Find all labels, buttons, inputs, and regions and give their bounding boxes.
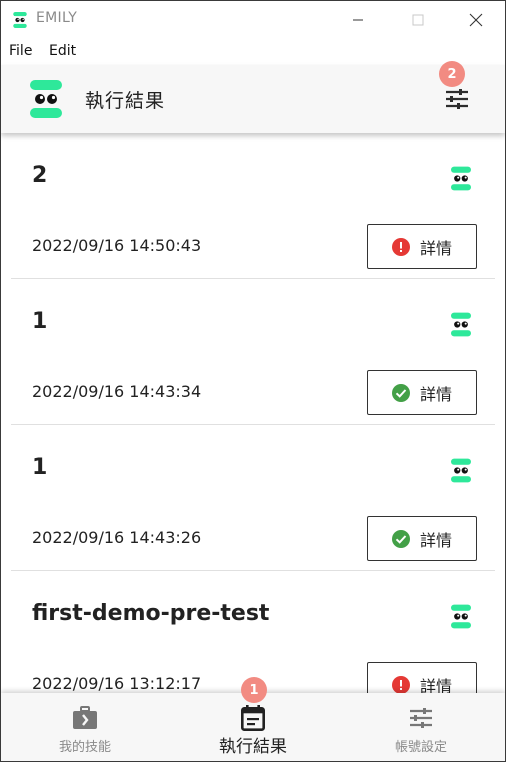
results-list: 2 2022/09/16 14:50:43 詳情 1 2022/09/16 14… (1, 133, 505, 693)
nav-label: 執行結果 (219, 737, 287, 757)
details-button[interactable]: 詳情 (367, 370, 477, 415)
sliders-icon (410, 708, 432, 728)
result-time: 2022/09/16 14:43:34 (32, 382, 202, 401)
calendar-list-icon (241, 705, 265, 731)
menu-file[interactable]: File (9, 43, 32, 59)
robot-eyes-icon (30, 80, 62, 118)
check-circle-icon (391, 383, 410, 402)
result-time: 2022/09/16 14:43:26 (32, 528, 202, 547)
nav-results[interactable]: 執行結果 (169, 693, 337, 761)
result-item: 1 2022/09/16 14:43:34 詳情 (1, 279, 505, 425)
menu-bar: File Edit (1, 39, 505, 65)
robot-eyes-icon (451, 312, 471, 337)
app-window: EMILY File Edit 執行結果 2 2 2022/09/16 14:5… (0, 0, 506, 762)
result-time: 2022/09/16 13:12:17 (32, 674, 202, 693)
result-name: 1 (32, 309, 48, 334)
menu-edit[interactable]: Edit (49, 43, 76, 59)
nav-label: 帳號設定 (394, 740, 447, 755)
error-circle-icon (391, 675, 410, 693)
robot-eyes-icon (451, 458, 471, 483)
result-name: first-demo-pre-test (32, 601, 270, 626)
nav-label: 我的技能 (58, 740, 111, 755)
filter-button[interactable] (441, 85, 473, 113)
maximize-button[interactable] (395, 1, 441, 39)
filter-badge: 2 (439, 61, 465, 87)
error-circle-icon (391, 237, 410, 256)
result-name: 1 (32, 455, 48, 480)
title-bar: EMILY (1, 1, 505, 39)
close-icon (469, 13, 483, 27)
app-header: 執行結果 (1, 65, 505, 133)
result-item: 2 2022/09/16 14:50:43 詳情 (1, 133, 505, 279)
briefcase-arrow-icon (73, 706, 97, 729)
robot-eyes-icon (451, 604, 471, 629)
nav-my-skills[interactable]: 我的技能 (1, 693, 169, 761)
maximize-icon (412, 14, 424, 26)
page-title: 執行結果 (85, 90, 166, 112)
details-label: 詳情 (419, 530, 452, 550)
check-circle-icon (391, 529, 410, 548)
details-button[interactable]: 詳情 (367, 662, 477, 693)
robot-eyes-icon (451, 166, 471, 191)
result-item: first-demo-pre-test 2022/09/16 13:12:17 … (1, 571, 505, 693)
result-item: 1 2022/09/16 14:43:26 詳情 (1, 425, 505, 571)
nav-badge: 1 (241, 677, 267, 703)
nav-account-settings[interactable]: 帳號設定 (337, 693, 505, 761)
details-label: 詳情 (419, 676, 452, 694)
details-button[interactable]: 詳情 (367, 224, 477, 269)
result-time: 2022/09/16 14:50:43 (32, 236, 202, 255)
window-title: EMILY (36, 10, 78, 26)
minimize-button[interactable] (335, 1, 381, 39)
details-label: 詳情 (419, 238, 452, 258)
details-label: 詳情 (419, 384, 452, 404)
close-button[interactable] (453, 1, 499, 39)
minimize-icon (353, 19, 363, 21)
sliders-icon (446, 89, 468, 109)
app-logo-icon (13, 12, 27, 28)
bottom-nav: 我的技能 執行結果 帳號設定 (1, 693, 505, 761)
details-button[interactable]: 詳情 (367, 516, 477, 561)
result-name: 2 (32, 163, 48, 188)
